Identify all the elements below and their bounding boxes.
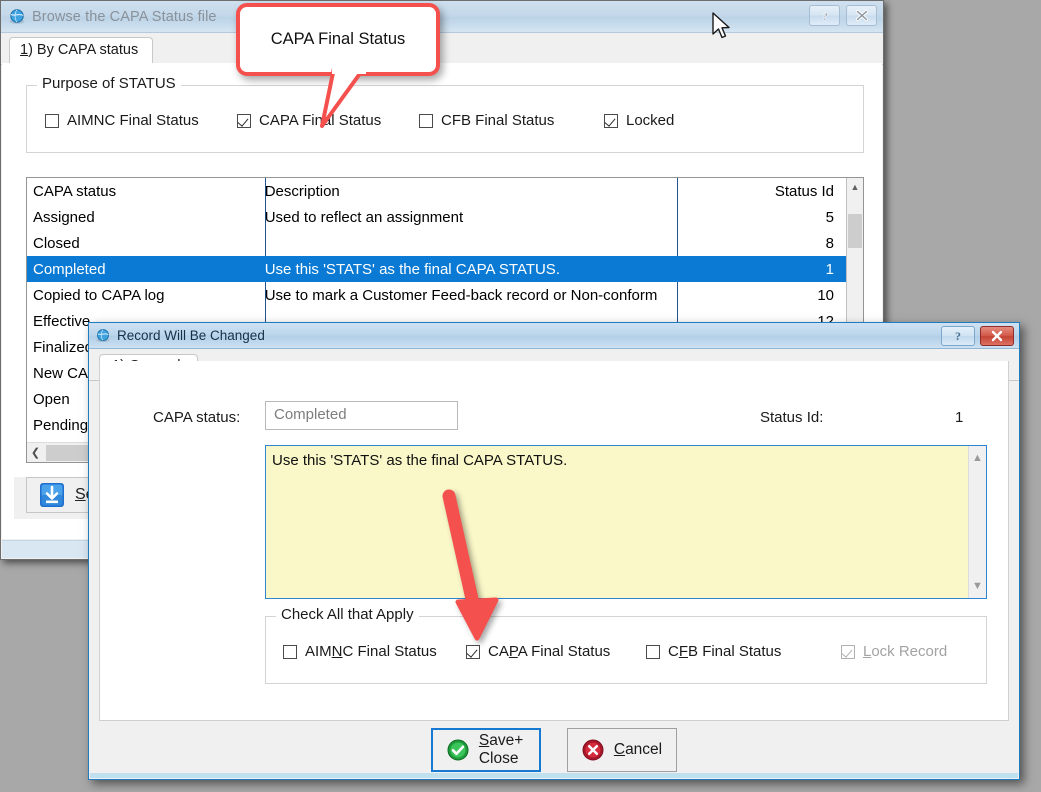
description-memo-text: Use this 'STATS' as the final CAPA STATU… xyxy=(272,452,964,471)
check-all-that-apply-group: Check All that Apply AIMNC Final Status … xyxy=(265,616,987,684)
dialog-footer: SSave+ave+Close Cancel xyxy=(90,722,1018,778)
checkbox-box-aimnc[interactable] xyxy=(45,114,59,128)
dialog-title: Record Will Be Changed xyxy=(117,328,265,343)
cell-id: 1 xyxy=(668,261,846,278)
dialog-statusbar xyxy=(90,773,1018,778)
save-close-button-label: SSave+ave+Close xyxy=(479,732,523,768)
checkbox-label-aimnc: AIMNC Final Status xyxy=(67,112,199,129)
vscroll-thumb[interactable] xyxy=(848,214,862,248)
scroll-left-icon[interactable]: ❮ xyxy=(27,444,44,462)
red-x-icon xyxy=(582,739,604,761)
dialog-titlebar-buttons: ? xyxy=(941,326,1014,346)
grid-header-status-id: Status Id xyxy=(668,183,846,200)
cell-description: Use to mark a Customer Feed-back record … xyxy=(259,287,669,304)
checkbox-box-locked[interactable] xyxy=(604,114,618,128)
cancel-button-label: Cancel xyxy=(614,741,662,759)
table-row[interactable]: Closed 8 xyxy=(27,230,846,256)
checkbox-box-lock-record xyxy=(841,645,855,659)
grid-header-description: Description xyxy=(259,183,669,200)
dialog-checkbox-cfb[interactable]: CFB Final Status xyxy=(646,643,781,660)
globe-icon xyxy=(95,328,111,344)
checkbox-label-lock-record: Lock Record xyxy=(863,643,947,660)
main-tabstrip: 1) By CAPA status xyxy=(1,37,883,65)
checkbox-label-locked: Locked xyxy=(626,112,674,129)
checkbox-box-aimnc[interactable] xyxy=(283,645,297,659)
cell-description: Use this 'STATS' as the final CAPA STATU… xyxy=(259,261,669,278)
globe-icon xyxy=(8,8,26,26)
callout-text: CAPA Final Status xyxy=(271,30,406,49)
cancel-button[interactable]: Cancel xyxy=(567,728,677,772)
cell-status: Closed xyxy=(27,235,259,252)
mouse-cursor xyxy=(711,12,735,44)
cell-id: 10 xyxy=(668,287,846,304)
green-check-icon xyxy=(447,739,469,761)
save-close-button[interactable]: SSave+ave+Close xyxy=(431,728,541,772)
grid-header-row: CAPA status Description Status Id xyxy=(27,178,846,204)
checkbox-box-cfb[interactable] xyxy=(646,645,660,659)
cell-description: Used to reflect an assignment xyxy=(259,209,669,226)
table-row-selected[interactable]: Completed Use this 'STATS' as the final … xyxy=(27,256,846,282)
dialog-checkbox-lock-record: Lock Record xyxy=(841,643,947,660)
table-row[interactable]: Assigned Used to reflect an assignment 5 xyxy=(27,204,846,230)
memo-scrollbar[interactable]: ▲ ▼ xyxy=(968,446,986,598)
svg-text:?: ? xyxy=(955,329,961,343)
capa-status-label: CAPA status: xyxy=(153,409,240,426)
description-memo[interactable]: Use this 'STATS' as the final CAPA STATU… xyxy=(265,445,987,599)
cell-id: 5 xyxy=(668,209,846,226)
capa-status-input[interactable]: Completed xyxy=(265,401,458,430)
download-arrow-icon xyxy=(39,482,65,508)
cell-id: 8 xyxy=(668,235,846,252)
scroll-down-icon[interactable]: ▼ xyxy=(969,578,986,594)
tab-label: ) By CAPA status xyxy=(28,42,138,58)
cell-status: Assigned xyxy=(27,209,259,226)
status-id-value: 1 xyxy=(955,409,963,426)
svg-text:?: ? xyxy=(822,9,828,23)
main-window-titlebar: Browse the CAPA Status file ? xyxy=(1,1,883,33)
dialog-help-button[interactable]: ? xyxy=(941,326,975,346)
dialog-close-button[interactable] xyxy=(980,326,1014,346)
checkbox-aimnc-final-status[interactable]: AIMNC Final Status xyxy=(45,112,199,129)
main-window-title: Browse the CAPA Status file xyxy=(32,9,217,25)
grid-header-capa-status: CAPA status xyxy=(27,183,259,200)
screenshot-root: Browse the CAPA Status file ? 1) By C xyxy=(0,0,1041,792)
checkbox-label-cfb: CFB Final Status xyxy=(668,643,781,660)
dialog-general-page: CAPA status: Completed Status Id: 1 Use … xyxy=(99,361,1009,721)
table-row[interactable]: Copied to CAPA log Use to mark a Custome… xyxy=(27,282,846,308)
dialog-titlebar: Record Will Be Changed ? xyxy=(89,323,1019,349)
main-help-button[interactable]: ? xyxy=(809,5,840,26)
callout-tail xyxy=(236,66,466,131)
cell-status: Completed xyxy=(27,261,259,278)
status-id-label: Status Id: xyxy=(760,409,823,426)
checkbox-locked[interactable]: Locked xyxy=(604,112,674,129)
purpose-of-status-legend: Purpose of STATUS xyxy=(37,75,181,92)
tab-by-capa-status[interactable]: 1) By CAPA status xyxy=(9,37,153,66)
scroll-up-icon[interactable]: ▲ xyxy=(969,450,986,466)
tab-accel: 1 xyxy=(20,42,28,58)
red-arrow-annotation xyxy=(400,480,540,660)
check-all-that-apply-legend: Check All that Apply xyxy=(276,606,419,623)
record-will-be-changed-dialog: Record Will Be Changed ? 1) General xyxy=(88,322,1020,780)
cell-status: Copied to CAPA log xyxy=(27,287,259,304)
main-window-titlebar-buttons: ? xyxy=(809,5,877,26)
scroll-up-icon[interactable]: ▲ xyxy=(847,178,863,195)
main-close-button[interactable] xyxy=(846,5,877,26)
